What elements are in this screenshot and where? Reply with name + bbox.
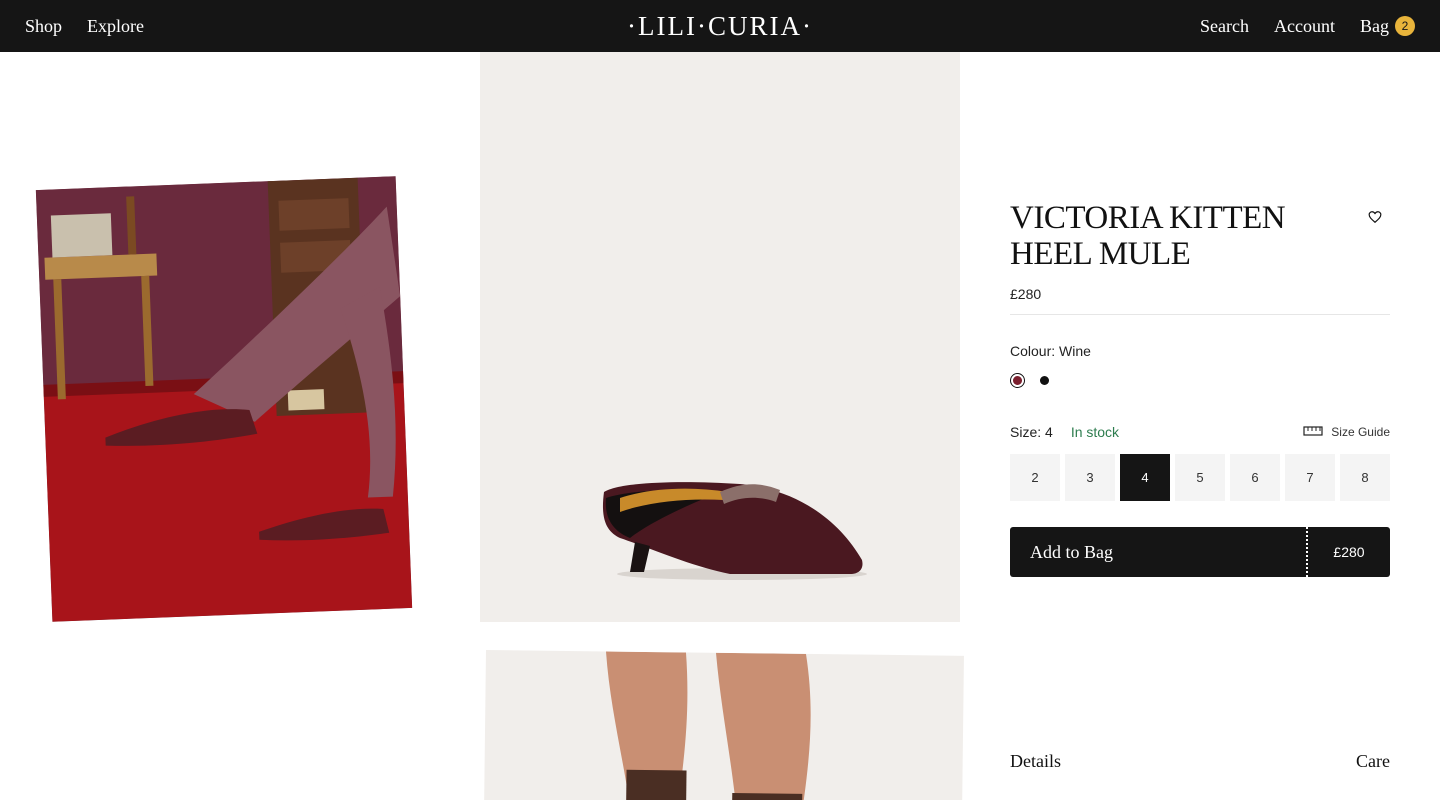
product-price: £280 (1010, 286, 1042, 302)
product-image-art (602, 482, 867, 580)
heart-icon[interactable] (1368, 210, 1384, 226)
colour-swatch-wine[interactable] (1010, 373, 1025, 388)
nav-bag-link[interactable]: Bag 2 (1360, 16, 1415, 37)
lifestyle-image-art (35, 176, 413, 622)
size-option-7[interactable]: 7 (1285, 454, 1335, 501)
nav-shop-link[interactable]: Shop (25, 16, 62, 37)
size-option-6[interactable]: 6 (1230, 454, 1280, 501)
size-option-5[interactable]: 5 (1175, 454, 1225, 501)
nav-account-link[interactable]: Account (1274, 16, 1335, 37)
ruler-icon (1303, 425, 1323, 439)
divider (1010, 314, 1390, 315)
nav-explore-link[interactable]: Explore (87, 16, 144, 37)
info-sections: Details Care (1010, 751, 1390, 772)
site-header: Shop Explore ·LILI·CURIA· Search Account… (0, 0, 1440, 52)
site-logo[interactable]: ·LILI·CURIA· (610, 0, 830, 52)
size-options: 2 3 4 5 6 7 8 (1010, 454, 1390, 501)
bag-label: Bag (1360, 15, 1389, 36)
size-guide-link[interactable]: Size Guide (1303, 425, 1390, 439)
product-panel: VICTORIA KITTEN HEEL MULE £280 Colour: W… (1010, 200, 1390, 577)
care-tab[interactable]: Care (1356, 751, 1390, 772)
nav-left: Shop Explore (25, 0, 144, 52)
size-option-3[interactable]: 3 (1065, 454, 1115, 501)
nav-search-link[interactable]: Search (1200, 16, 1249, 37)
secondary-image-art (605, 651, 811, 800)
add-to-bag-button[interactable]: Add to Bag £280 (1010, 527, 1390, 577)
secondary-product-image (483, 650, 964, 800)
add-to-bag-label: Add to Bag (1030, 541, 1113, 562)
colour-swatch-black[interactable] (1037, 373, 1052, 388)
product-image (480, 52, 960, 622)
colour-swatches (1010, 373, 1390, 388)
size-option-4[interactable]: 4 (1120, 454, 1170, 501)
nav-right: Search Account Bag 2 (1200, 0, 1415, 52)
bag-count-badge: 2 (1395, 16, 1415, 36)
product-title: VICTORIA KITTEN HEEL MULE (1010, 200, 1286, 272)
size-option-8[interactable]: 8 (1340, 454, 1390, 501)
lifestyle-image (35, 176, 413, 622)
add-to-bag-price: £280 (1333, 544, 1365, 560)
size-label: Size: 4 (1010, 424, 1053, 440)
details-tab[interactable]: Details (1010, 751, 1061, 772)
size-guide-label: Size Guide (1331, 425, 1390, 439)
colour-label: Colour: Wine (1010, 343, 1091, 359)
stock-status: In stock (1070, 424, 1120, 440)
size-row: Size: 4 In stock Size Guide (1010, 424, 1390, 440)
size-option-2[interactable]: 2 (1010, 454, 1060, 501)
